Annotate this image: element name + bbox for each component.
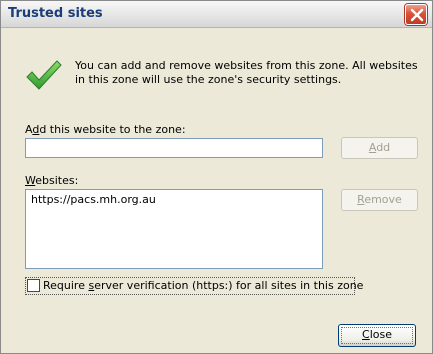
websites-label-access-key: W <box>25 174 36 187</box>
close-button[interactable]: Close <box>338 324 416 347</box>
add-button-label-rest: dd <box>376 141 391 154</box>
close-button-label-rest: lose <box>369 328 392 341</box>
title-bar[interactable]: Trusted sites <box>1 1 432 28</box>
require-verification-checkbox-row[interactable]: Require server verification (https:) for… <box>25 277 363 295</box>
verification-label-before: Require <box>43 279 89 292</box>
close-button-focus-ring: Close <box>341 327 413 344</box>
zone-info-text: You can add and remove websites from thi… <box>75 59 418 86</box>
verification-label-after: erver verification (https:) for all site… <box>94 279 364 292</box>
add-website-label: Add this website to the zone: <box>25 123 186 136</box>
websites-list[interactable]: https://pacs.mh.org.au <box>25 189 323 269</box>
close-button-access-key: C <box>362 328 370 341</box>
green-checkmark-icon <box>26 60 62 90</box>
add-button[interactable]: Add <box>341 137 418 159</box>
close-x-icon <box>410 8 424 22</box>
require-verification-label[interactable]: Require server verification (https:) for… <box>43 279 363 292</box>
require-verification-checkbox[interactable] <box>27 279 40 292</box>
websites-label: Websites: <box>25 174 78 187</box>
remove-button-label-rest: emove <box>364 193 402 206</box>
list-item[interactable]: https://pacs.mh.org.au <box>31 193 156 206</box>
close-window-button[interactable] <box>405 4 427 25</box>
remove-button[interactable]: Remove <box>341 189 418 211</box>
trusted-sites-dialog: Trusted sites You can add and remove web… <box>0 0 433 354</box>
websites-label-rest: ebsites: <box>35 174 79 187</box>
add-website-input[interactable] <box>25 138 323 158</box>
dialog-title: Trusted sites <box>8 6 103 21</box>
add-label-rest: d this website to the zone: <box>39 123 186 136</box>
